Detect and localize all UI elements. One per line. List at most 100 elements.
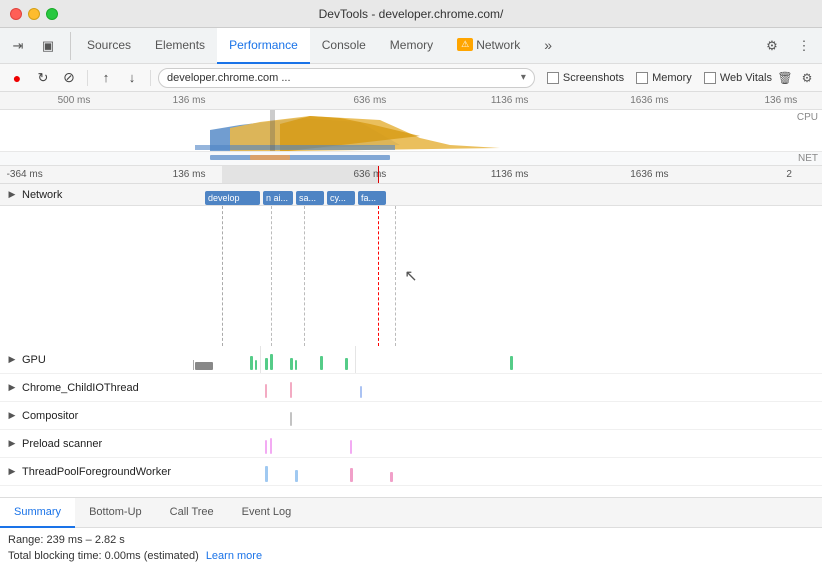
time-axis: -364 ms 136 ms 636 ms 1136 ms 1636 ms 2 xyxy=(0,166,822,184)
network-toggle[interactable]: ▶ xyxy=(4,187,20,203)
title-bar: DevTools - developer.chrome.com/ xyxy=(0,0,822,28)
upload-button[interactable]: ↑ xyxy=(95,67,117,89)
gpu-thread-row[interactable]: ▶ GPU xyxy=(0,346,822,374)
preload-toggle[interactable]: ▶ xyxy=(4,436,20,452)
blocking-row: Total blocking time: 0.00ms (estimated) … xyxy=(8,550,814,562)
timeline-area: 500 ms 136 ms 636 ms 1136 ms 1636 ms 136… xyxy=(0,92,822,497)
main-tab-bar: ⇥ ▣ Sources Elements Performance Console… xyxy=(0,28,822,64)
gpu-svg xyxy=(190,346,822,373)
devtools-panel: ⇥ ▣ Sources Elements Performance Console… xyxy=(0,28,822,572)
device-icon[interactable]: ▣ xyxy=(34,32,62,60)
minimize-button[interactable] xyxy=(28,8,40,20)
clear-recording-button[interactable]: 🗑 xyxy=(776,69,794,87)
time-ruler: 500 ms 136 ms 636 ms 1136 ms 1636 ms 136… xyxy=(0,92,822,110)
network-mini-bar: NET xyxy=(0,152,822,166)
cursor-icon[interactable]: ⇥ xyxy=(4,32,32,60)
threadpool-svg xyxy=(190,458,822,485)
compositor-toggle[interactable]: ▶ xyxy=(4,408,20,424)
window-controls xyxy=(10,8,58,20)
child-io-toggle[interactable]: ▶ xyxy=(4,380,20,396)
preload-scanner-row[interactable]: ▶ Preload scanner xyxy=(0,430,822,458)
net-pill-cy: cy... xyxy=(327,191,355,205)
tab-call-tree[interactable]: Call Tree xyxy=(156,498,228,528)
record-button[interactable]: ● xyxy=(6,67,28,89)
vline-dashed-4 xyxy=(395,206,396,346)
clear-button[interactable]: ⊘ xyxy=(58,67,80,89)
tab-elements[interactable]: Elements xyxy=(143,28,217,64)
screenshots-checkbox-box[interactable] xyxy=(547,72,559,84)
web-vitals-checkbox[interactable]: Web Vitals xyxy=(704,72,772,84)
learn-more-link[interactable]: Learn more xyxy=(206,550,262,562)
cursor-pointer: ↖ xyxy=(404,266,417,286)
threadpool-label: ThreadPoolForegroundWorker xyxy=(22,466,171,478)
vline-dashed-3 xyxy=(304,206,305,346)
compositor-label: Compositor xyxy=(22,410,78,422)
tab-network[interactable]: ⚠ Network xyxy=(445,28,532,64)
ruler-636ms: 636 ms xyxy=(353,95,386,106)
more-options-icon[interactable]: ⋮ xyxy=(790,32,818,60)
flame-area: ↖ xyxy=(0,206,822,346)
vline-dashed-2 xyxy=(271,206,272,346)
window-title: DevTools - developer.chrome.com/ xyxy=(319,7,504,21)
download-button[interactable]: ↓ xyxy=(121,67,143,89)
cpu-chart-svg xyxy=(0,110,822,152)
url-bar: developer.chrome.com ... ▾ xyxy=(158,68,535,88)
preload-svg xyxy=(190,430,822,457)
axis-1136: 1136 ms xyxy=(491,169,529,180)
child-io-svg xyxy=(190,374,822,401)
tab-summary[interactable]: Summary xyxy=(0,498,75,528)
net-mini-svg xyxy=(0,152,822,166)
tab-memory[interactable]: Memory xyxy=(378,28,445,64)
web-vitals-checkbox-box[interactable] xyxy=(704,72,716,84)
gpu-label: GPU xyxy=(22,354,46,366)
tab-bottom-up[interactable]: Bottom-Up xyxy=(75,498,156,528)
threadpool-toggle[interactable]: ▶ xyxy=(4,464,20,480)
tab-event-log[interactable]: Event Log xyxy=(228,498,306,528)
url-text: developer.chrome.com ... xyxy=(167,72,291,84)
vline-red xyxy=(378,206,379,346)
url-dropdown-icon[interactable]: ▾ xyxy=(521,72,526,83)
close-button[interactable] xyxy=(10,8,22,20)
tab-performance[interactable]: Performance xyxy=(217,28,310,64)
tab-more[interactable]: » xyxy=(532,28,564,64)
separator xyxy=(87,70,88,86)
tab-sources[interactable]: Sources xyxy=(75,28,143,64)
gpu-toggle[interactable]: ▶ xyxy=(4,352,20,368)
separator2 xyxy=(150,70,151,86)
vline-dashed-1 xyxy=(222,206,223,346)
ruler-500ms: 500 ms xyxy=(58,95,91,106)
warning-badge: ⚠ xyxy=(457,38,473,51)
maximize-button[interactable] xyxy=(46,8,58,20)
screenshots-checkbox[interactable]: Screenshots xyxy=(547,72,624,84)
memory-checkbox-box[interactable] xyxy=(636,72,648,84)
memory-checkbox[interactable]: Memory xyxy=(636,72,692,84)
network-section-row[interactable]: ▶ Network develop n ai... sa... cy... fa… xyxy=(0,184,822,206)
axis-1636: 1636 ms xyxy=(630,169,668,180)
child-io-label: Chrome_ChildIOThread xyxy=(22,382,139,394)
tab-bar-nav-icons: ⇥ ▣ xyxy=(4,32,71,60)
compositor-bar-area xyxy=(190,402,822,429)
compositor-svg xyxy=(190,402,822,429)
bottom-panel: Summary Bottom-Up Call Tree Event Log Ra… xyxy=(0,497,822,572)
network-section-label: Network xyxy=(22,189,62,201)
tab-bar-right-icons: ⚙ ⋮ xyxy=(758,32,818,60)
filter-checkboxes: Screenshots Memory Web Vitals xyxy=(547,72,772,84)
child-io-thread-row[interactable]: ▶ Chrome_ChildIOThread xyxy=(0,374,822,402)
threadpool-row[interactable]: ▶ ThreadPoolForegroundWorker xyxy=(0,458,822,486)
preload-bar-area xyxy=(190,430,822,457)
settings-icon[interactable]: ⚙ xyxy=(758,32,786,60)
axis-2: 2 xyxy=(786,169,792,180)
compositor-thread-row[interactable]: ▶ Compositor xyxy=(0,402,822,430)
child-io-bar-area xyxy=(190,374,822,401)
net-pill-fa: fa... xyxy=(358,191,386,205)
net-pill-develop: develop xyxy=(205,191,260,205)
cpu-chart: CPU xyxy=(0,110,822,152)
axis-136: 136 ms xyxy=(173,169,206,180)
ruler-1636ms: 1636 ms xyxy=(630,95,668,106)
reload-button[interactable]: ↻ xyxy=(32,67,54,89)
threadpool-bar-area xyxy=(190,458,822,485)
tab-console[interactable]: Console xyxy=(310,28,378,64)
capture-settings-button[interactable]: ⚙ xyxy=(798,69,816,87)
ruler-1136ms: 1136 ms xyxy=(491,95,529,106)
gpu-bar-area xyxy=(190,346,822,373)
